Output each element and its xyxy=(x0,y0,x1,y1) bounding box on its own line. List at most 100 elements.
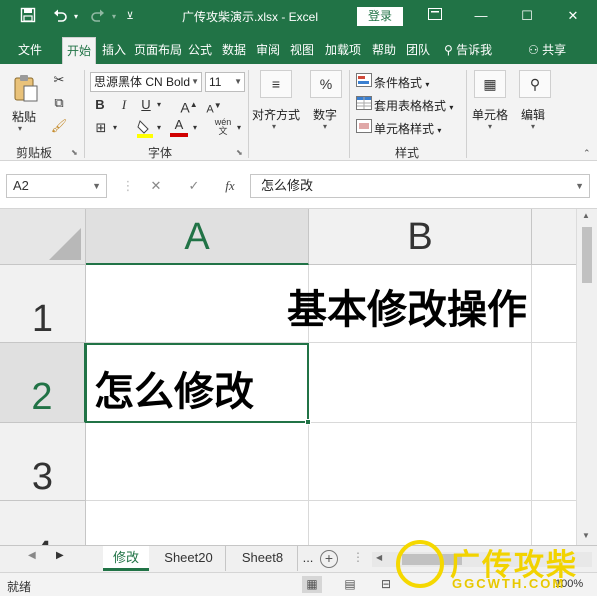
number-label[interactable]: 数字 xyxy=(313,106,337,123)
decrease-font-button[interactable]: A▼ xyxy=(205,98,223,118)
font-name-select[interactable]: 思源黑体 CN Bold ▼ xyxy=(90,72,202,92)
select-all-button[interactable] xyxy=(0,209,86,265)
paste-icon[interactable] xyxy=(12,72,40,104)
scroll-up-icon[interactable]: ▲ xyxy=(582,211,590,220)
scroll-down-icon[interactable]: ▼ xyxy=(582,531,590,540)
fill-handle[interactable] xyxy=(305,419,311,425)
tab-file[interactable]: 文件 xyxy=(10,37,50,64)
fill-color-icon[interactable] xyxy=(136,118,154,138)
underline-button[interactable]: U xyxy=(138,97,154,113)
minimize-icon[interactable]: — xyxy=(466,4,496,28)
page-break-preview-icon[interactable]: ⊟ xyxy=(376,576,396,593)
format-as-table-button[interactable]: 套用表格格式 ▾ xyxy=(374,97,453,114)
number-dropdown-icon[interactable]: ▾ xyxy=(323,122,327,131)
tab-view[interactable]: 视图 xyxy=(286,37,318,64)
collapse-ribbon-icon[interactable]: ⌃ xyxy=(583,148,591,159)
scroll-left-icon[interactable]: ◀ xyxy=(376,553,382,562)
tab-addins[interactable]: 加载项 xyxy=(320,37,366,64)
next-sheet-icon[interactable]: ▶ xyxy=(56,550,64,561)
cell-c4[interactable] xyxy=(532,501,576,545)
number-format-icon[interactable]: % xyxy=(310,70,342,98)
font-color-icon[interactable]: A xyxy=(170,117,188,137)
cells-icon[interactable]: ▦ xyxy=(474,70,506,98)
ribbon-display-options-icon[interactable] xyxy=(420,4,450,28)
cell-a3[interactable] xyxy=(86,423,309,501)
customize-qat-icon[interactable]: ⊻ xyxy=(120,7,140,27)
underline-dropdown-icon[interactable]: ▾ xyxy=(154,97,164,113)
column-header-a[interactable]: A xyxy=(86,209,309,265)
sheet-tab-sheet20[interactable]: Sheet20 xyxy=(152,546,226,571)
tab-data[interactable]: 数据 xyxy=(218,37,250,64)
insert-function-icon[interactable]: fx xyxy=(218,174,242,198)
undo-dropdown-icon[interactable]: ▾ xyxy=(66,7,86,27)
sheet-tab-sheet8[interactable]: Sheet8 xyxy=(228,546,298,571)
column-header-c[interactable] xyxy=(532,209,576,265)
cell-b2[interactable] xyxy=(309,343,532,423)
more-sheets-button[interactable]: ... xyxy=(298,546,318,571)
tab-formulas[interactable]: 公式 xyxy=(184,37,216,64)
tab-review[interactable]: 审阅 xyxy=(252,37,284,64)
cell-c3[interactable] xyxy=(532,423,576,501)
cell-b3[interactable] xyxy=(309,423,532,501)
previous-sheet-icon[interactable]: ◀ xyxy=(28,550,36,561)
enter-icon[interactable]: ✓ xyxy=(182,174,206,198)
share-button[interactable]: ⚇ 共享 xyxy=(528,37,578,64)
editing-label[interactable]: 编辑 xyxy=(521,106,545,123)
copy-icon[interactable]: ⧉ xyxy=(50,95,68,111)
tab-help[interactable]: 帮助 xyxy=(368,37,400,64)
cancel-icon[interactable]: ✕ xyxy=(144,174,168,198)
row-header-2[interactable]: 2 xyxy=(0,343,86,423)
cell-c2[interactable] xyxy=(532,343,576,423)
tell-me-search[interactable]: ⚲ 告诉我 xyxy=(444,37,514,64)
cells-label[interactable]: 单元格 xyxy=(472,106,508,123)
font-size-select[interactable]: 11 ▼ xyxy=(205,72,245,92)
increase-font-button[interactable]: A▲ xyxy=(180,97,198,116)
row-header-1[interactable]: 1 xyxy=(0,265,86,343)
sheet-tab-xiugai[interactable]: 修改 xyxy=(103,546,149,571)
italic-button[interactable]: I xyxy=(116,97,132,113)
maximize-icon[interactable]: ☐ xyxy=(512,4,542,28)
bold-button[interactable]: B xyxy=(92,97,108,113)
vertical-scroll-thumb[interactable] xyxy=(582,227,592,283)
alignment-icon[interactable]: ≡ xyxy=(260,70,292,98)
row-header-4[interactable]: 4 xyxy=(0,501,86,545)
cells-dropdown-icon[interactable]: ▾ xyxy=(488,122,492,131)
tab-team[interactable]: 团队 xyxy=(402,37,434,64)
cell-a4[interactable] xyxy=(86,501,309,545)
column-header-b[interactable]: B xyxy=(309,209,532,265)
normal-view-icon[interactable]: ▦ xyxy=(302,576,322,593)
cell-a1[interactable] xyxy=(86,265,309,343)
save-icon[interactable] xyxy=(18,7,38,27)
vertical-scrollbar[interactable]: ▲ ▼ xyxy=(576,209,597,545)
conditional-formatting-button[interactable]: 条件格式 ▾ xyxy=(374,74,429,91)
phonetic-dropdown-icon[interactable]: ▾ xyxy=(234,120,244,136)
clipboard-launcher-icon[interactable]: ⬊ xyxy=(71,148,78,157)
add-sheet-icon[interactable]: + xyxy=(320,550,338,568)
editing-icon[interactable]: ⚲ xyxy=(519,70,551,98)
page-layout-view-icon[interactable]: ▤ xyxy=(340,576,360,593)
row-header-3[interactable]: 3 xyxy=(0,423,86,501)
formula-input[interactable]: 怎么修改 ▼ xyxy=(250,174,590,198)
cell-c1[interactable] xyxy=(532,265,576,343)
alignment-label[interactable]: 对齐方式 xyxy=(252,106,300,123)
tab-split-grip-icon[interactable]: ⋮ xyxy=(352,550,364,564)
cell-styles-button[interactable]: 单元格样式 ▾ xyxy=(374,120,441,137)
tab-home[interactable]: 开始 xyxy=(62,37,96,64)
cell-b4[interactable] xyxy=(309,501,532,545)
close-icon[interactable]: ✕ xyxy=(558,4,588,28)
name-box[interactable]: A2 ▼ xyxy=(6,174,107,198)
borders-dropdown-icon[interactable]: ▾ xyxy=(110,120,120,136)
editing-dropdown-icon[interactable]: ▾ xyxy=(531,122,535,131)
fill-color-dropdown-icon[interactable]: ▾ xyxy=(154,120,164,136)
phonetic-guide-icon[interactable]: wén 文 xyxy=(212,118,234,136)
tab-page-layout[interactable]: 页面布局 xyxy=(132,37,184,64)
borders-icon[interactable]: ⊞ xyxy=(92,120,110,136)
format-painter-icon[interactable]: 🖌 xyxy=(50,118,68,134)
login-button[interactable]: 登录 xyxy=(357,7,403,26)
cut-icon[interactable]: ✂ xyxy=(50,72,68,88)
alignment-dropdown-icon[interactable]: ▾ xyxy=(272,122,276,131)
font-launcher-icon[interactable]: ⬊ xyxy=(236,148,243,157)
font-color-dropdown-icon[interactable]: ▾ xyxy=(190,120,200,136)
paste-dropdown-icon[interactable]: ▾ xyxy=(18,124,22,133)
tab-insert[interactable]: 插入 xyxy=(98,37,130,64)
